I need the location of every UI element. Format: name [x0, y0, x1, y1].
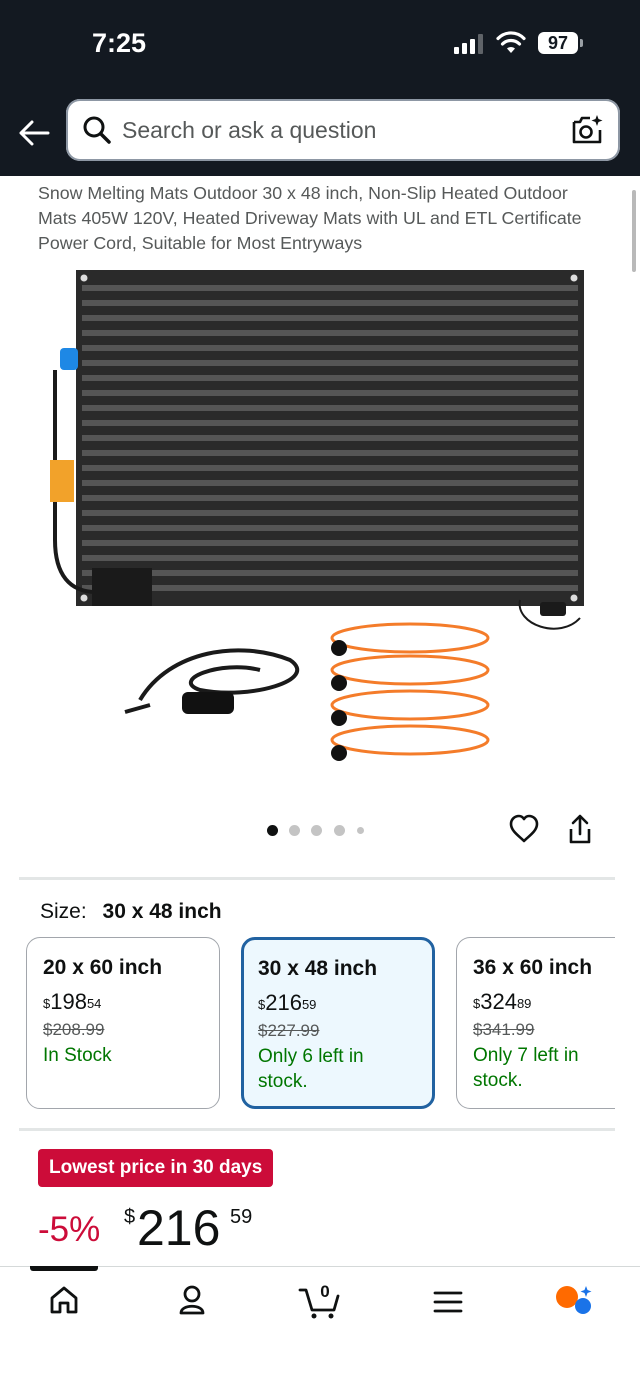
bungee-cords [330, 622, 490, 761]
battery-indicator: 97 [538, 32, 578, 54]
option-stock: In Stock [43, 1045, 112, 1066]
home-icon[interactable] [49, 1284, 79, 1316]
size-option-card[interactable]: 36 x 60 inch $32489 $341.99 Only 7 left … [456, 937, 640, 1109]
size-selector-label: Size: 30 x 48 inch [40, 900, 222, 924]
search-icon [83, 116, 111, 144]
cart-count: 0 [320, 1282, 330, 1301]
card-scroll-mask [615, 937, 640, 1109]
option-name: 30 x 48 inch [258, 957, 378, 980]
menu-icon[interactable] [433, 1290, 463, 1314]
option-list-price: $341.99 [473, 1020, 535, 1039]
share-icon[interactable] [566, 813, 594, 845]
carousel-dot[interactable] [289, 825, 300, 836]
rufus-icon[interactable] [553, 1284, 595, 1318]
search-bar[interactable]: Search or ask a question [66, 99, 620, 161]
size-label: Size: [40, 900, 87, 923]
option-price: $19854 [43, 989, 102, 1014]
mat-ribs [82, 285, 578, 591]
status-time: 7:25 [92, 28, 147, 58]
home-active-indicator [30, 1266, 98, 1271]
account-icon[interactable] [177, 1284, 207, 1316]
heart-icon[interactable] [509, 814, 539, 844]
camera-search-icon[interactable] [570, 113, 604, 147]
size-option-card-selected[interactable]: 30 x 48 inch $21659 $227.99 Only 6 left … [241, 937, 435, 1109]
product-image[interactable] [0, 262, 640, 792]
status-bar: 7:25 97 [0, 0, 640, 90]
price-whole: 216 [137, 1200, 221, 1256]
option-name: 36 x 60 inch [473, 956, 593, 979]
carousel-dot-active[interactable] [267, 825, 278, 836]
size-option-card[interactable]: 20 x 60 inch $19854 $208.99 In Stock [26, 937, 220, 1109]
carousel-dot[interactable] [334, 825, 345, 836]
option-list-price: $208.99 [43, 1020, 105, 1039]
option-stock: Only 7 left in stock. [473, 1045, 579, 1091]
wifi-icon [496, 31, 526, 53]
carousel-dot[interactable] [311, 825, 322, 836]
back-arrow-icon[interactable] [14, 104, 54, 154]
product-title[interactable]: Snow Melting Mats Outdoor 30 x 48 inch, … [38, 181, 598, 256]
size-value: 30 x 48 inch [102, 900, 222, 923]
divider [19, 1128, 615, 1131]
option-price: $21659 [258, 990, 317, 1015]
option-stock: Only 6 left in stock. [258, 1046, 364, 1092]
cellular-signal-icon [454, 34, 483, 54]
search-input[interactable]: Search or ask a question [122, 117, 376, 144]
option-list-price: $227.99 [258, 1021, 320, 1040]
price-fraction: 59 [230, 1206, 253, 1228]
deal-badge: Lowest price in 30 days [38, 1149, 274, 1187]
divider [19, 877, 615, 880]
discount-percent: -5% [38, 1210, 101, 1249]
battery-tip [580, 39, 583, 47]
price-currency: $ [124, 1206, 136, 1228]
carousel-dot[interactable] [357, 827, 364, 834]
option-name: 20 x 60 inch [43, 956, 163, 979]
scroll-indicator [632, 190, 636, 272]
option-price: $32489 [473, 989, 532, 1014]
